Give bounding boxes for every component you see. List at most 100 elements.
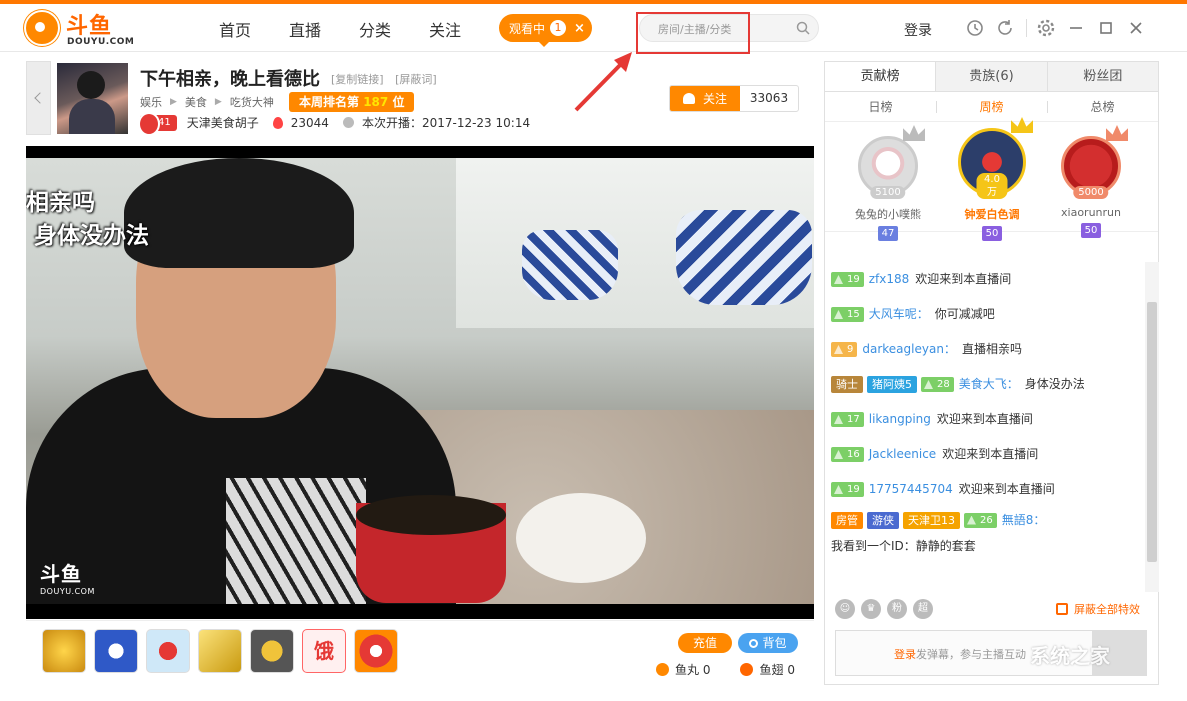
nav-home[interactable]: 首页 bbox=[200, 17, 270, 41]
nav-following[interactable]: 关注 bbox=[410, 17, 480, 41]
subtab-daily[interactable]: 日榜 bbox=[825, 92, 936, 121]
anchor-avatar[interactable] bbox=[57, 63, 128, 134]
minimize-icon[interactable] bbox=[1065, 17, 1087, 39]
yuwan-label: 鱼丸 bbox=[675, 663, 700, 677]
scrollbar-thumb[interactable] bbox=[1147, 302, 1157, 562]
start-label: 本次开播： bbox=[361, 116, 422, 130]
gear-icon[interactable] bbox=[1035, 17, 1057, 39]
user-level-badge: 17 bbox=[831, 412, 864, 427]
room-title: 下午相亲，晚上看德比 bbox=[140, 69, 320, 90]
chat-username[interactable]: 17757445704 bbox=[869, 481, 953, 498]
chat-username[interactable]: 無語8： bbox=[1002, 512, 1046, 529]
gift-fishball-icon[interactable] bbox=[354, 629, 398, 673]
gift-rocket-icon[interactable] bbox=[94, 629, 138, 673]
gift-list: 饿 bbox=[42, 629, 406, 673]
user-level-badge: 15 bbox=[831, 307, 864, 322]
podium-avatar: 5100 bbox=[858, 125, 925, 199]
fan-club-badge: 猪阿姨5 bbox=[867, 376, 917, 393]
chat-text: 欢迎来到本直播间 bbox=[958, 482, 1055, 496]
watermark-text: 斗鱼 bbox=[40, 562, 82, 586]
tab-fan-club[interactable]: 粉丝团 bbox=[1046, 62, 1158, 91]
weekly-rank-badge[interactable]: 本周排名第 187 位 bbox=[289, 92, 415, 112]
bronze-crown-icon bbox=[1106, 125, 1128, 141]
recharge-button[interactable]: 充值 bbox=[678, 633, 732, 653]
podium-value: 4.0万 bbox=[976, 173, 1008, 199]
heat-value: 23044 bbox=[290, 115, 329, 130]
fan-club-badge: 天津卫13 bbox=[903, 511, 960, 529]
gift-hungry-icon[interactable]: 饿 bbox=[302, 629, 346, 673]
douyu-logo[interactable]: 斗鱼 DOUYU.COM bbox=[24, 8, 134, 50]
chat-message: 15 大风车呢： 你可减减吧 bbox=[825, 297, 1145, 332]
follow-button[interactable]: 关注 bbox=[670, 86, 740, 111]
knight-noble-badge: 骑士 bbox=[831, 376, 863, 393]
maximize-icon[interactable] bbox=[1095, 17, 1117, 39]
block-words-button[interactable]: [屏蔽词] bbox=[395, 73, 437, 86]
gift-airplane-icon[interactable] bbox=[146, 629, 190, 673]
login-link[interactable]: 登录 bbox=[904, 20, 932, 40]
user-level-badge: 9 bbox=[831, 342, 858, 357]
watching-pill[interactable]: 观看中 1 × bbox=[499, 14, 592, 47]
gift-helmet-icon[interactable] bbox=[250, 629, 294, 673]
search-icon[interactable] bbox=[796, 21, 810, 35]
rank-prefix: 本周排名第 bbox=[299, 95, 360, 109]
rank-value: 187 bbox=[363, 95, 389, 109]
app-header: 斗鱼 DOUYU.COM 首页 直播 分类 关注 观看中 1 × 房间/主播/分… bbox=[0, 4, 1187, 52]
tab-contribution[interactable]: 贡献榜 bbox=[825, 62, 936, 91]
chat-username[interactable]: Jackleenice bbox=[869, 446, 936, 463]
chat-text: 我看到一个ID：静静的套套 bbox=[831, 538, 976, 553]
crown-icon[interactable]: ♛ bbox=[861, 599, 881, 619]
yuchi-icon bbox=[740, 663, 754, 676]
bag-icon bbox=[749, 639, 759, 648]
danmaku-login-link[interactable]: 登录 bbox=[894, 648, 916, 661]
tab-nobles[interactable]: 贵族(6) bbox=[935, 62, 1046, 91]
chat-username[interactable]: 美食大飞： bbox=[959, 376, 1019, 393]
user-level-badge: 19 bbox=[831, 272, 864, 287]
close-icon[interactable] bbox=[1125, 17, 1147, 39]
yuchi-value: 0 bbox=[787, 662, 795, 677]
podium-rank-1[interactable]: 4.0万 钟爱白色调 50 bbox=[952, 117, 1033, 241]
danmaku-hint-text: 发弹幕，参与主播互动 bbox=[916, 648, 1026, 661]
chat-message: 9 darkeagleyan： 直播相亲吗 bbox=[825, 332, 1145, 367]
podium-rank-2[interactable]: 5100 兔兔的小噗熊 47 bbox=[853, 125, 925, 241]
fan-badge: 47 bbox=[877, 226, 899, 241]
gift-plane-icon[interactable] bbox=[42, 629, 86, 673]
collapse-back-button[interactable] bbox=[26, 61, 51, 135]
fen-icon[interactable]: 粉 bbox=[887, 599, 907, 619]
checkbox-icon bbox=[1056, 603, 1068, 615]
chao-icon[interactable]: 超 bbox=[913, 599, 933, 619]
block-effects-toggle[interactable]: 屏蔽全部特效 bbox=[1056, 601, 1140, 617]
chat-username[interactable]: zfx188 bbox=[869, 271, 910, 288]
category-breadcrumb: 娱乐 ▶ 美食 ▶ 吃货大神 bbox=[140, 94, 274, 110]
contribution-podium: 5100 兔兔的小噗熊 47 4.0万 钟爱白色调 50 5000 xiaoru… bbox=[825, 117, 1158, 241]
nav-category[interactable]: 分类 bbox=[340, 17, 410, 41]
category-food[interactable]: 美食 bbox=[185, 94, 207, 110]
category-foodie[interactable]: 吃货大神 bbox=[230, 94, 274, 110]
podium-rank-3[interactable]: 5000 xiaorunrun 50 bbox=[1055, 125, 1128, 238]
chat-username[interactable]: likangping bbox=[869, 411, 931, 428]
yuwan-value: 0 bbox=[702, 662, 711, 677]
backpack-button[interactable]: 背包 bbox=[738, 633, 798, 653]
fish-logo-icon bbox=[24, 10, 60, 46]
gift-card-icon[interactable] bbox=[198, 629, 242, 673]
block-effects-label: 屏蔽全部特效 bbox=[1074, 603, 1140, 616]
video-streamer-hair bbox=[124, 158, 354, 268]
video-player[interactable]: 相亲吗 身体没办法 斗鱼 DOUYU.COM bbox=[26, 146, 814, 619]
history-icon[interactable] bbox=[964, 17, 986, 39]
chat-username[interactable]: darkeagleyan： bbox=[862, 341, 956, 358]
copy-link-button[interactable]: [复制链接] bbox=[331, 73, 384, 86]
yuwan-icon bbox=[656, 663, 669, 676]
emoji-icon[interactable]: ☺ bbox=[835, 599, 855, 619]
subtab-total[interactable]: 总榜 bbox=[1047, 92, 1158, 121]
nav-live[interactable]: 直播 bbox=[270, 17, 340, 41]
refresh-icon[interactable] bbox=[994, 17, 1016, 39]
chat-scrollbar[interactable] bbox=[1145, 262, 1159, 592]
fan-badge: 50 bbox=[1080, 223, 1102, 238]
chat-username[interactable]: 大风车呢： bbox=[869, 306, 929, 323]
category-entertainment[interactable]: 娱乐 bbox=[140, 94, 162, 110]
anchor-name[interactable]: 天津美食胡子 bbox=[187, 114, 259, 131]
subtab-weekly[interactable]: 周榜 bbox=[936, 92, 1047, 121]
logo-text: 斗鱼 bbox=[66, 14, 113, 39]
chat-list[interactable]: 19 zfx188 欢迎来到本直播间 15 大风车呢： 你可减减吧 9 darkeagle… bbox=[825, 262, 1145, 592]
watching-close-button[interactable]: × bbox=[574, 21, 585, 36]
breadcrumb-arrow-icon: ▶ bbox=[170, 97, 177, 107]
